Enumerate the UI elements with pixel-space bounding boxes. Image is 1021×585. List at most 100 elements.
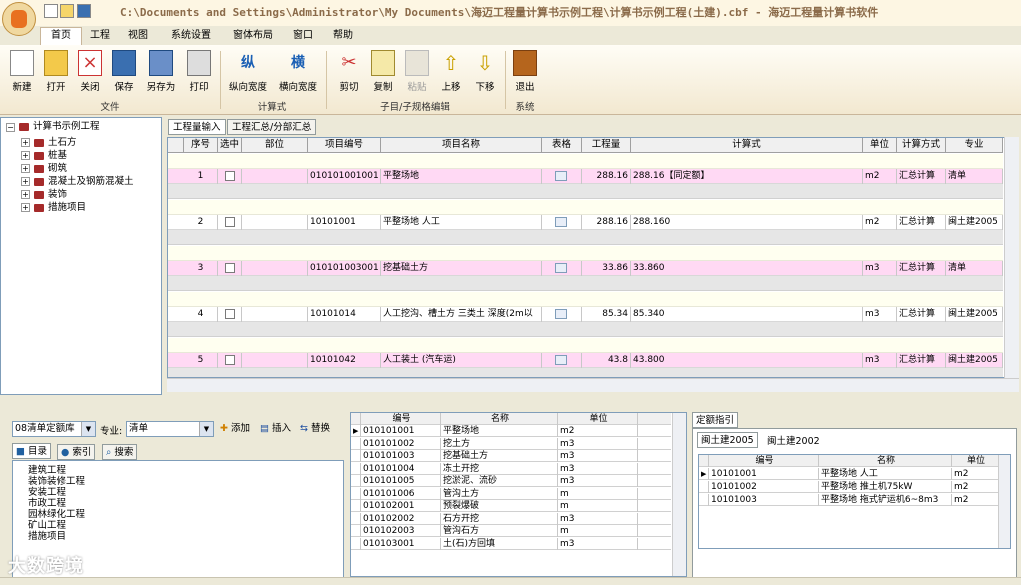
col-header[interactable]: 名称: [819, 455, 952, 467]
cut-button[interactable]: ✂ 剪切: [332, 48, 366, 93]
quota-guide-tab[interactable]: 定额指引: [692, 412, 739, 428]
col-header[interactable]: 编号: [361, 413, 441, 425]
catalog-item[interactable]: 装饰装修工程: [28, 476, 85, 487]
close-button[interactable]: × 关闭: [73, 48, 107, 93]
quick-save-icon[interactable]: [77, 4, 91, 18]
table-row[interactable]: 010103001 土(石)方回填 m3: [351, 537, 671, 550]
col-header[interactable]: 序号: [184, 138, 218, 153]
catalog-item[interactable]: 园林绿化工程: [28, 509, 85, 520]
save-button[interactable]: 保存: [107, 48, 141, 93]
select-checkbox[interactable]: [225, 171, 235, 181]
table-row[interactable]: 010101002 挖土方 m3: [351, 437, 671, 450]
table-row[interactable]: 010102002 石方开挖 m3: [351, 512, 671, 525]
tab-min-2002[interactable]: 闽土建2002: [767, 433, 820, 447]
tree-item[interactable]: 土石方: [48, 136, 77, 149]
table-row[interactable]: 010102001 预裂爆破 m: [351, 500, 671, 512]
tab-min-2005[interactable]: 闽土建2005: [697, 432, 758, 448]
select-checkbox[interactable]: [225, 309, 235, 319]
move-up-button[interactable]: ⇧ 上移: [434, 48, 468, 93]
col-header[interactable]: 选中: [218, 138, 242, 153]
tree-item[interactable]: 砌筑: [48, 162, 67, 175]
mid-table-scrollbar[interactable]: [672, 413, 686, 576]
col-header[interactable]: 编号: [709, 455, 819, 467]
menu-window[interactable]: 窗口: [288, 28, 318, 44]
col-header[interactable]: 表格: [542, 138, 582, 153]
catalog-item[interactable]: 建筑工程: [28, 465, 66, 476]
tree-item[interactable]: 措施项目: [48, 201, 86, 214]
catalog-item[interactable]: 市政工程: [28, 498, 66, 509]
new-button[interactable]: 新建: [5, 48, 39, 93]
table-icon[interactable]: [555, 217, 567, 227]
copy-button[interactable]: 复制: [366, 48, 400, 93]
expand-icon[interactable]: +: [21, 151, 30, 160]
grid-horizontal-scrollbar[interactable]: [167, 378, 1019, 392]
table-row[interactable]: 010101005 挖淤泥、流砂 m3: [351, 475, 671, 487]
table-icon[interactable]: [555, 355, 567, 365]
menu-system-settings[interactable]: 系统设置: [166, 28, 216, 44]
menu-help[interactable]: 帮助: [328, 28, 358, 44]
tab-quantity-input[interactable]: 工程量输入: [168, 119, 226, 135]
table-row[interactable]: ▶ 10101001 平整场地 人工 m2: [699, 468, 999, 480]
col-header[interactable]: 部位: [242, 138, 308, 153]
open-button[interactable]: 打开: [39, 48, 73, 93]
table-row[interactable]: ▶ 010101001 平整场地 m2: [351, 425, 671, 437]
tree-item[interactable]: 桩基: [48, 149, 67, 162]
spec-select[interactable]: 清单 ▼: [126, 421, 214, 437]
collapse-icon[interactable]: −: [6, 123, 15, 132]
quota-guide-scrollbar[interactable]: [998, 455, 1010, 548]
tree-item[interactable]: 装饰: [48, 188, 67, 201]
expand-icon[interactable]: +: [21, 177, 30, 186]
tree-root[interactable]: 计算书示例工程: [33, 120, 100, 133]
select-checkbox[interactable]: [225, 263, 235, 273]
expand-icon[interactable]: +: [21, 190, 30, 199]
col-header[interactable]: 项目名称: [381, 138, 542, 153]
quick-new-icon[interactable]: [44, 4, 58, 18]
grid-vertical-scrollbar[interactable]: [1004, 137, 1019, 378]
add-button[interactable]: ✚ 添加: [220, 421, 250, 437]
col-header[interactable]: 单位: [558, 413, 638, 425]
table-row[interactable]: 10101002 平整场地 推土机75kW m2: [699, 481, 999, 493]
select-checkbox[interactable]: [225, 217, 235, 227]
col-header[interactable]: 工程量: [582, 138, 631, 153]
replace-button[interactable]: ⇆ 替换: [300, 421, 330, 437]
quick-open-icon[interactable]: [60, 4, 74, 18]
table-row[interactable]: 010102003 管沟石方 m: [351, 525, 671, 537]
menu-project[interactable]: 工程: [85, 28, 115, 44]
col-header[interactable]: 单位: [952, 455, 999, 467]
paste-button[interactable]: 粘贴: [400, 48, 434, 93]
expand-icon[interactable]: +: [21, 203, 30, 212]
expand-icon[interactable]: +: [21, 138, 30, 147]
tab-summary[interactable]: 工程汇总/分部汇总: [227, 119, 317, 135]
table-icon[interactable]: [555, 263, 567, 273]
menu-window-layout[interactable]: 窗体布局: [228, 28, 278, 44]
col-header[interactable]: 专业: [946, 138, 1003, 153]
vertical-width-button[interactable]: 纵 纵向宽度: [226, 48, 270, 93]
col-header[interactable]: 计算方式: [897, 138, 946, 153]
table-row[interactable]: 10101003 平整场地 拖式铲运机6~8m3 m2: [699, 494, 999, 506]
exit-button[interactable]: 退出: [508, 48, 542, 93]
insert-button[interactable]: ▤ 插入: [260, 421, 291, 437]
tab-search[interactable]: ⌕ 搜索: [102, 444, 138, 460]
tab-index[interactable]: ● 索引: [57, 444, 96, 460]
expand-icon[interactable]: +: [21, 164, 30, 173]
menu-view[interactable]: 视图: [123, 28, 153, 44]
catalog-item[interactable]: 措施项目: [28, 531, 66, 542]
select-checkbox[interactable]: [225, 355, 235, 365]
catalog-item[interactable]: 矿山工程: [28, 520, 66, 531]
col-header[interactable]: 名称: [441, 413, 558, 425]
col-header[interactable]: 项目编号: [308, 138, 381, 153]
table-row[interactable]: 010101003 挖基础土方 m3: [351, 450, 671, 462]
tree-item[interactable]: 混凝土及钢筋混凝土: [48, 175, 134, 188]
menu-home[interactable]: 首页: [40, 27, 82, 45]
catalog-item[interactable]: 安装工程: [28, 487, 66, 498]
table-icon[interactable]: [555, 309, 567, 319]
col-header[interactable]: 单位: [863, 138, 897, 153]
tab-catalog[interactable]: ■ 目录: [12, 443, 52, 459]
table-row[interactable]: 010101004 冻土开挖 m3: [351, 462, 671, 475]
move-down-button[interactable]: ⇩ 下移: [468, 48, 502, 93]
save-as-button[interactable]: 另存为: [143, 48, 179, 93]
quota-library-select[interactable]: 08清单定额库 ▼: [12, 421, 96, 437]
col-header[interactable]: 计算式: [631, 138, 863, 153]
horizontal-width-button[interactable]: 横 横向宽度: [276, 48, 320, 93]
app-logo-icon[interactable]: [2, 2, 36, 36]
